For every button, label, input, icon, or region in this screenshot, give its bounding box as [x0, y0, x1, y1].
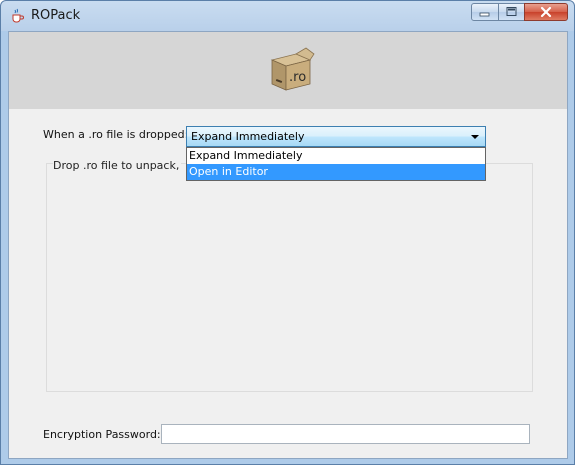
maximize-icon	[506, 7, 517, 16]
ropack-window: ROPack .ro When a .ro file is dropped: E…	[0, 0, 575, 465]
title-bar[interactable]: ROPack	[1, 1, 574, 31]
close-icon	[540, 6, 552, 18]
encryption-password-field[interactable]	[161, 424, 530, 444]
window-title: ROPack	[31, 8, 81, 23]
drop-action-label: When a .ro file is dropped:	[43, 128, 189, 141]
minimize-icon	[479, 12, 490, 17]
close-button[interactable]	[524, 3, 568, 21]
dropdown-option-open-in-editor[interactable]: Open in Editor	[187, 164, 485, 180]
drop-action-combobox[interactable]: Expand Immediately	[186, 126, 486, 147]
maximize-button[interactable]	[498, 3, 525, 21]
dropdown-option-expand-immediately[interactable]: Expand Immediately	[187, 148, 485, 164]
chevron-down-icon[interactable]	[471, 135, 479, 139]
encryption-password-label: Encryption Password:	[43, 428, 161, 441]
drop-area[interactable]: Drop .ro file to unpack, or fo	[46, 159, 533, 392]
drop-area-title: Drop .ro file to unpack, or fo	[53, 159, 181, 172]
java-cup-icon	[9, 8, 25, 24]
banner: .ro	[9, 32, 567, 109]
logo-text: .ro	[289, 70, 306, 85]
content-panel: .ro When a .ro file is dropped: Expand I…	[8, 31, 568, 459]
drop-action-dropdown-list: Expand Immediately Open in Editor	[186, 147, 486, 181]
drop-action-selected-value: Expand Immediately	[191, 130, 305, 143]
package-box-icon: .ro	[266, 44, 316, 94]
minimize-button[interactable]	[471, 3, 499, 21]
